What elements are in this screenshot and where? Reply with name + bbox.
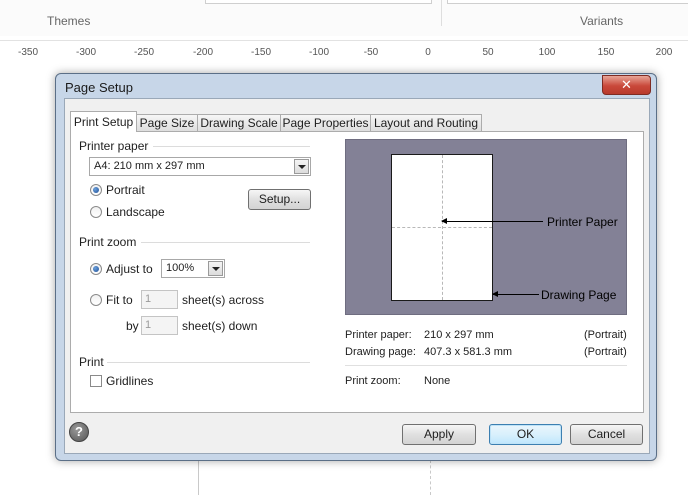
ribbon-design-area: Themes Variants [0,0,688,36]
ruler-tick: -300 [75,47,97,58]
print-zoom-header: Print zoom [79,235,137,249]
dialog-title: Page Setup [65,80,133,95]
printer-paper-select[interactable]: A4: 210 mm x 297 mm [89,157,311,176]
drawing-page-info-label: Drawing page: [345,346,416,358]
chevron-down-icon[interactable] [208,261,223,276]
zoom-percent-value: 100% [166,262,195,274]
drawing-page-info-value: 407.3 x 581.3 mm [424,346,513,358]
ruler-tick: 150 [597,47,615,58]
variants-gallery[interactable] [447,0,688,4]
landscape-radio[interactable] [90,206,102,218]
by-label: by [126,319,139,333]
ruler-tick: -350 [17,47,39,58]
ruler-tick: 200 [655,47,673,58]
printer-paper-orientation: (Portrait) [584,329,627,341]
setup-button[interactable]: Setup... [248,189,311,210]
ruler-tick: 50 [482,47,494,58]
ruler-tick: -100 [308,47,330,58]
ruler-tick: 100 [538,47,556,58]
chevron-down-icon[interactable] [294,159,309,174]
ruler-tick: -150 [250,47,272,58]
adjust-to-radio[interactable] [90,263,102,275]
ribbon-group-themes: Themes [47,14,91,28]
ruler-tick: -200 [192,47,214,58]
tab-print-setup[interactable]: Print Setup [70,111,137,132]
portrait-radio[interactable] [90,184,102,196]
zoom-percent-select[interactable]: 100% [161,259,225,278]
ruler-tick: -50 [363,47,379,58]
arrow-icon [441,218,447,224]
dialog-body: Print Setup Page Size Drawing Scale Page… [64,98,650,454]
page-break-line [430,460,431,495]
ruler-tick: 0 [425,47,431,58]
gridlines-checkbox[interactable] [90,375,102,387]
adjust-to-label[interactable]: Adjust to [106,262,153,276]
tile-divider [392,227,492,228]
gridlines-label[interactable]: Gridlines [106,374,153,388]
info-divider [345,365,627,366]
page-setup-dialog: Page Setup ✕ Print Setup Page Size Drawi… [55,73,657,461]
close-icon: ✕ [621,77,632,92]
tab-page-properties[interactable]: Page Properties [280,114,371,131]
print-header: Print [79,355,104,369]
cancel-button[interactable]: Cancel [570,424,643,445]
page-border-line [198,460,199,495]
landscape-label[interactable]: Landscape [106,205,165,219]
group-divider [107,362,310,363]
themes-gallery[interactable] [205,0,432,4]
ok-button[interactable]: OK [489,424,562,445]
print-zoom-info-value: None [424,375,451,387]
printer-paper-value: A4: 210 mm x 297 mm [94,160,205,172]
drawing-page-callout: Drawing Page [541,288,617,302]
fit-to-label[interactable]: Fit to [106,293,133,307]
help-icon[interactable]: ? [69,422,89,442]
fit-to-radio[interactable] [90,294,102,306]
close-button[interactable]: ✕ [602,75,651,95]
printer-paper-preview [391,154,493,301]
fit-down-input[interactable]: 1 [141,316,178,335]
group-divider [141,242,310,243]
sheets-across-label: sheet(s) across [182,293,265,307]
group-divider [153,146,310,147]
tab-layout-and-routing[interactable]: Layout and Routing [370,114,482,131]
printer-paper-header: Printer paper [79,139,149,153]
page-preview: Printer Paper Drawing Page [345,139,627,315]
drawing-page-arrow [492,291,539,297]
ruler-tick: -250 [133,47,155,58]
portrait-label[interactable]: Portrait [106,183,145,197]
apply-button[interactable]: Apply [402,424,476,445]
printer-paper-info-value: 210 x 297 mm [424,329,494,341]
print-setup-panel: Printer paper A4: 210 mm x 297 mm Portra… [70,131,644,413]
printer-paper-arrow [441,218,543,224]
ribbon-group-variants: Variants [580,14,624,28]
printer-paper-info-label: Printer paper: [345,329,412,341]
tab-page-size[interactable]: Page Size [136,114,198,131]
arrow-icon [492,291,498,297]
fit-across-input[interactable]: 1 [141,290,178,309]
tab-drawing-scale[interactable]: Drawing Scale [197,114,281,131]
sheets-down-label: sheet(s) down [182,319,258,333]
print-zoom-info-label: Print zoom: [345,375,401,387]
ribbon-separator [441,0,442,26]
drawing-page-orientation: (Portrait) [584,346,627,358]
printer-paper-callout: Printer Paper [547,215,618,229]
horizontal-ruler: -350 -300 -250 -200 -150 -100 -50 0 50 1… [0,40,688,64]
